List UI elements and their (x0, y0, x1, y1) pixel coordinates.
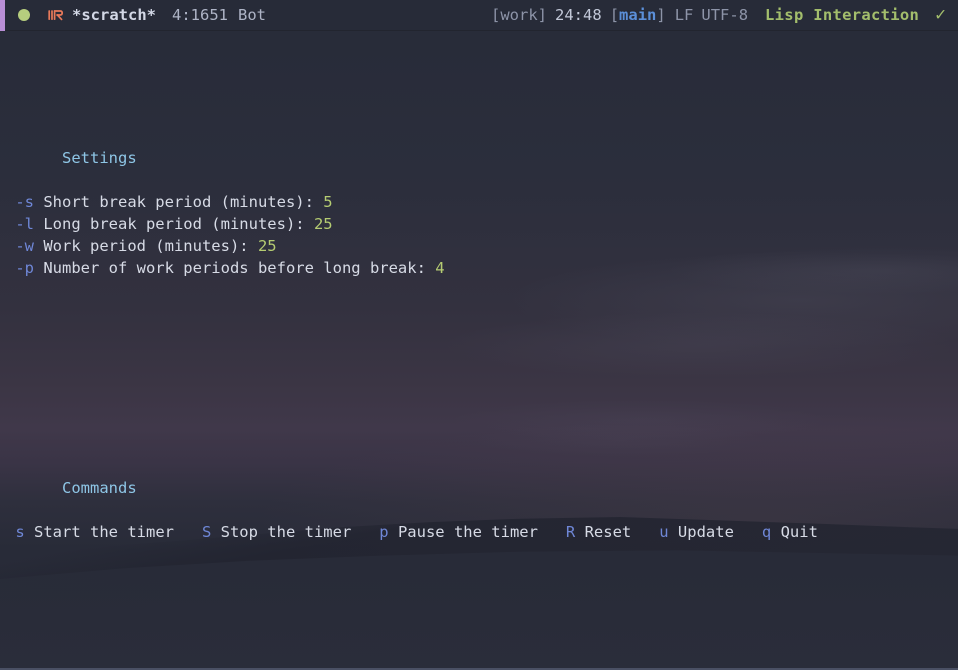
setting-value[interactable]: 4 (435, 259, 444, 277)
command-key: u (659, 523, 669, 541)
setting-label: Short break period (minutes): (43, 193, 324, 211)
command-key: q (761, 523, 772, 541)
command-label: Stop the timer (211, 523, 352, 541)
command-update[interactable]: u Update (659, 523, 734, 541)
command-key: S (201, 523, 212, 541)
setting-row[interactable]: -s Short break period (minutes): 5 (6, 191, 958, 213)
cursor-position: 4:1651 (172, 6, 228, 24)
clock: 24:48 (555, 6, 602, 24)
emacs-frame: *scratch* 4:1651 Bot [work] 24:48 [main]… (0, 0, 958, 670)
setting-label: Number of work periods before long break… (43, 259, 436, 277)
scroll-state: Bot (238, 6, 266, 24)
command-key: p (379, 523, 389, 541)
command-label: Start the timer (24, 523, 174, 541)
command-label: Reset (575, 523, 632, 541)
buffer-name[interactable]: *scratch* (72, 4, 156, 26)
vc-branch[interactable]: main (619, 4, 656, 26)
workspace-indicator[interactable]: [work] (491, 4, 547, 26)
eol-indicator[interactable]: LF (675, 4, 694, 26)
setting-flag: -w (6, 237, 44, 255)
command-start-the-timer[interactable]: s Start the timer (6, 523, 174, 541)
command-reset[interactable]: R Reset (566, 523, 631, 541)
major-mode[interactable]: Lisp Interaction (765, 4, 919, 26)
commands-list: s Start the timer S Stop the timer p Pause… (6, 521, 958, 543)
setting-row[interactable]: -p Number of work periods before long br… (6, 257, 958, 279)
setting-value[interactable]: 5 (323, 193, 332, 211)
buffer-modified-indicator (18, 9, 30, 21)
command-key: s (6, 523, 25, 541)
setting-flag: -p (6, 259, 44, 277)
setting-label: Long break period (minutes): (43, 215, 314, 233)
modeline: *scratch* 4:1651 Bot [work] 24:48 [main]… (0, 0, 958, 31)
buffer-content[interactable]: Settings -s Short break period (minutes)… (0, 31, 958, 670)
command-pause-the-timer[interactable]: p Pause the timer (379, 523, 538, 541)
settings-heading-text: Settings (62, 149, 137, 167)
settings-heading: Settings (6, 125, 958, 167)
command-quit[interactable]: q Quit (762, 523, 818, 541)
encoding-indicator[interactable]: UTF-8 (701, 4, 748, 26)
command-label: Pause the timer (388, 523, 538, 541)
setting-flag: -l (6, 215, 44, 233)
setting-flag: -s (6, 193, 44, 211)
setting-value[interactable]: 25 (258, 237, 277, 255)
setting-row[interactable]: -w Work period (minutes): 25 (6, 235, 958, 257)
setting-value[interactable]: 25 (314, 215, 333, 233)
branch-bracket-open: [ (609, 6, 620, 24)
command-key: R (565, 523, 576, 541)
checkmark-icon: ✓ (935, 4, 946, 25)
commands-heading-text: Commands (62, 479, 137, 497)
command-label: Update (668, 523, 734, 541)
scratch-buffer-icon (46, 6, 65, 25)
commands-heading: Commands (6, 455, 958, 497)
setting-row[interactable]: -l Long break period (minutes): 25 (6, 213, 958, 235)
command-label: Quit (771, 523, 818, 541)
setting-label: Work period (minutes): (43, 237, 258, 255)
settings-list: -s Short break period (minutes): 5 -l Lo… (6, 191, 958, 279)
modeline-accent-bar (0, 0, 5, 31)
command-stop-the-timer[interactable]: S Stop the timer (202, 523, 351, 541)
branch-bracket-close: ] (656, 6, 666, 24)
